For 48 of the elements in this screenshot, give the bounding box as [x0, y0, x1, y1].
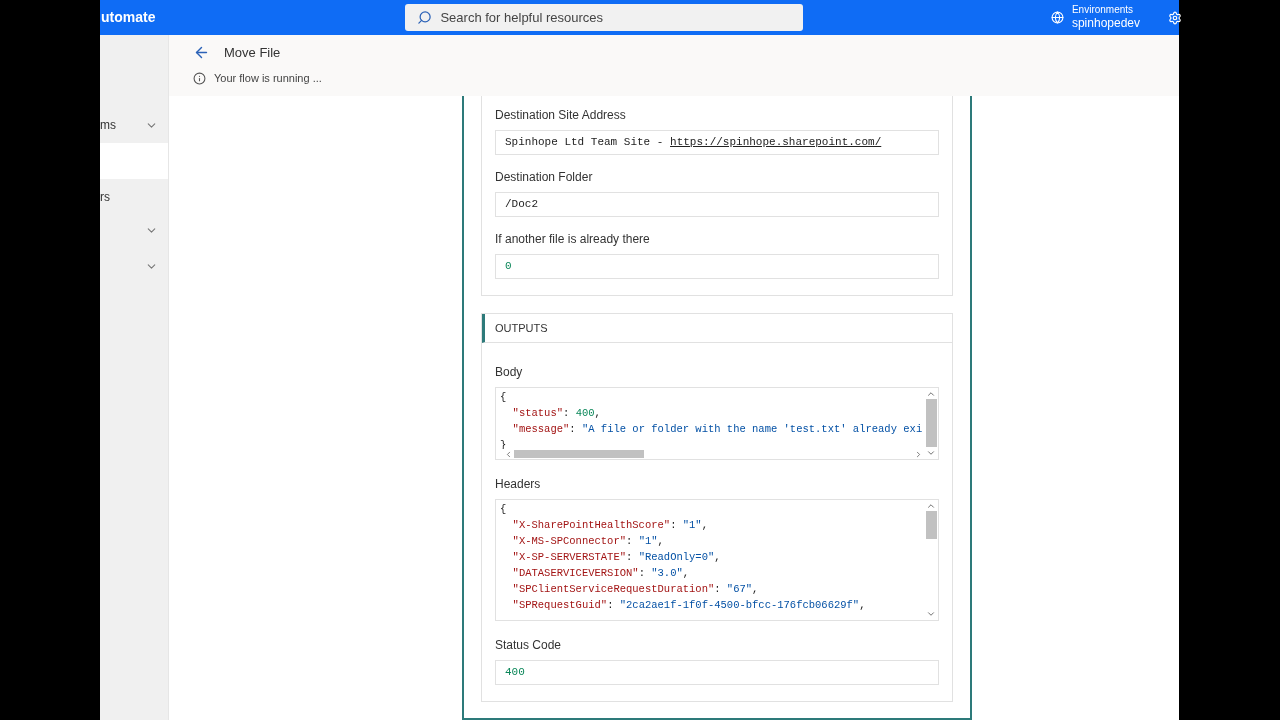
sidebar-label: ms: [100, 117, 116, 134]
back-arrow-icon[interactable]: [193, 44, 210, 61]
code-line: "SPClientServiceRequestDuration": "67",: [511, 582, 759, 597]
vertical-scrollbar-thumb[interactable]: [925, 399, 937, 447]
running-status: Your flow is running ...: [214, 71, 322, 86]
environment-name[interactable]: spinhopedev: [1071, 16, 1140, 31]
sidebar-item[interactable]: rs: [100, 179, 168, 215]
code-line: "status": 400,: [511, 406, 601, 421]
scroll-down-icon[interactable]: [926, 448, 936, 458]
settings-icon[interactable]: [1168, 10, 1182, 25]
scroll-left-icon[interactable]: [504, 449, 513, 459]
code-line: {: [500, 502, 507, 517]
code-line: "X-SP-SERVERSTATE": "ReadOnly=0",: [511, 550, 721, 565]
app-title: utomate: [101, 8, 156, 27]
code-line: "SPRequestGuid": "2ca2ae1f-1f0f-4500-bfcc-176fcb06629f",: [511, 598, 866, 613]
site-link[interactable]: https://spinhope.sharepoint.com/: [670, 134, 882, 151]
code-line: "message": "A file or folder with the name 'test.txt' already exi: [511, 422, 923, 437]
value-field[interactable]: Spinhope Ltd Team Site - https://spinhope.sharepoint.com/: [495, 130, 939, 155]
value-field[interactable]: 0: [495, 254, 939, 279]
scroll-up-icon[interactable]: [926, 389, 936, 399]
code-line: "X-MS-SPConnector": "1",: [511, 534, 664, 549]
environment-label: Environments: [1071, 4, 1135, 16]
field-label: Status Code: [495, 637, 563, 654]
field-label: If another file is already there: [495, 231, 651, 248]
flow-title: Move File: [224, 43, 281, 62]
sidebar-item[interactable]: ms: [100, 107, 168, 143]
field-label: Body: [495, 364, 524, 381]
vertical-scrollbar-thumb[interactable]: [925, 511, 937, 539]
section-title: OUTPUTS: [495, 320, 548, 336]
sidebar-label: rs: [100, 189, 110, 206]
search-field[interactable]: Search for helpful resources: [405, 4, 804, 31]
code-line: "DATASERVICEVERSION": "3.0",: [511, 566, 690, 581]
code-line: {: [500, 390, 507, 405]
value-field[interactable]: /Doc2: [495, 192, 939, 217]
code-viewer[interactable]: [495, 499, 939, 621]
value-field[interactable]: 400: [495, 660, 939, 685]
code-line: "X-SharePointHealthScore": "1",: [511, 518, 708, 533]
field-label: Destination Folder: [495, 169, 594, 186]
search-icon: [417, 10, 433, 25]
field-label: Headers: [495, 476, 542, 493]
search-placeholder: Search for helpful resources: [440, 8, 604, 27]
scroll-right-icon[interactable]: [914, 449, 923, 459]
scroll-down-icon[interactable]: [926, 609, 936, 619]
scroll-up-icon[interactable]: [926, 501, 936, 511]
horizontal-scrollbar-thumb[interactable]: [514, 450, 644, 458]
globe-icon[interactable]: [1050, 11, 1064, 24]
field-label: Destination Site Address: [495, 107, 627, 124]
info-icon: [193, 71, 206, 85]
